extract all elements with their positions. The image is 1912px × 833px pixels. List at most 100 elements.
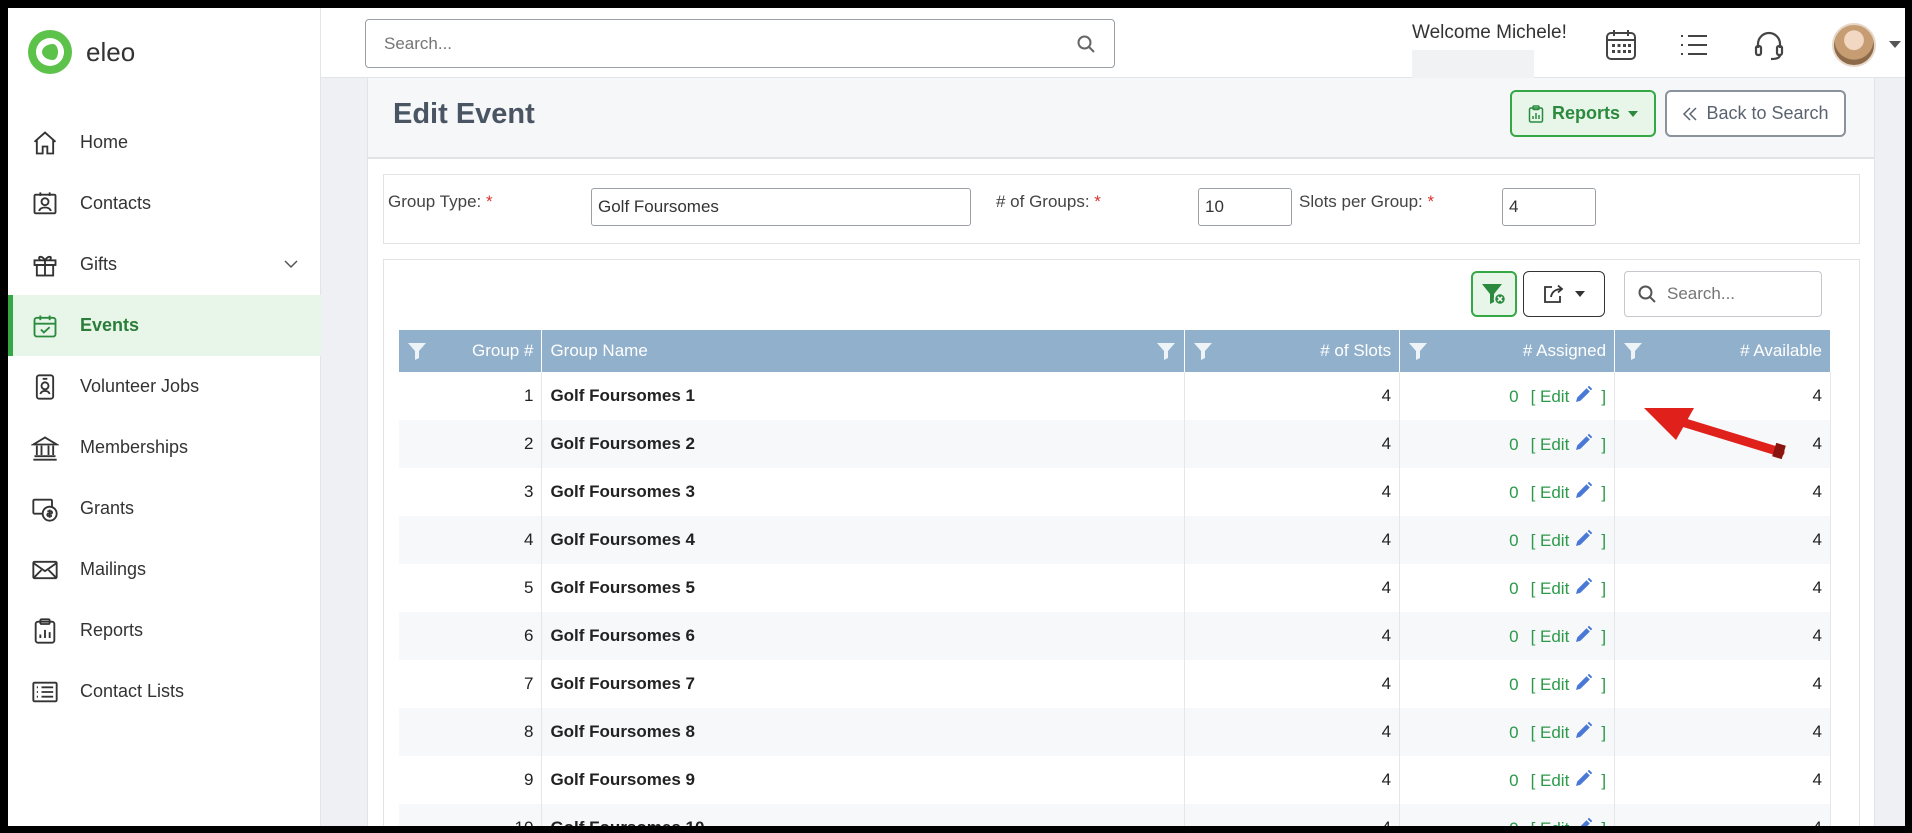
welcome-message: Welcome Michele! bbox=[1412, 22, 1567, 43]
assigned-cell: 0 [ Edit] bbox=[1399, 468, 1616, 516]
assigned-cell: 0 [ Edit] bbox=[1399, 420, 1616, 468]
chevron-down-icon[interactable] bbox=[283, 256, 299, 272]
sidebar-item-volunteer-jobs[interactable]: Volunteer Jobs bbox=[8, 356, 321, 417]
clear-filter-button[interactable] bbox=[1471, 271, 1517, 317]
edit-assigned-link[interactable]: [ Edit] bbox=[1531, 721, 1606, 742]
edit-assigned-link[interactable]: [ Edit] bbox=[1531, 817, 1606, 826]
assigned-cell: 0 [ Edit] bbox=[1399, 516, 1616, 564]
column-header-group-num[interactable]: Group # bbox=[399, 330, 543, 372]
sidebar-item-label: Gifts bbox=[80, 254, 118, 274]
table-row[interactable]: 1 Golf Foursomes 1 4 0[ Edit] 4 bbox=[399, 372, 1831, 420]
groups-grid: Group # Group Name # of Slots bbox=[383, 259, 1860, 826]
sidebar-item-label: Memberships bbox=[80, 437, 189, 457]
sidebar-item-label: Volunteer Jobs bbox=[80, 376, 200, 396]
filter-icon[interactable] bbox=[1623, 341, 1643, 361]
group-name-cell: Golf Foursomes 8 bbox=[541, 708, 1186, 756]
calendar-icon[interactable] bbox=[1604, 28, 1638, 62]
assigned-cell: 0 [ Edit] bbox=[1399, 804, 1616, 826]
avatar[interactable] bbox=[1832, 23, 1876, 67]
envelope-icon bbox=[30, 555, 60, 585]
group-name-cell: Golf Foursomes 1 bbox=[541, 372, 1186, 420]
group-type-field[interactable] bbox=[591, 188, 971, 226]
column-header-assigned[interactable]: # Assigned bbox=[1399, 330, 1616, 372]
edit-assigned-link[interactable]: [ Edit] bbox=[1531, 481, 1606, 502]
logo[interactable]: eleo bbox=[28, 30, 135, 74]
filter-icon[interactable] bbox=[407, 341, 427, 361]
money-icon bbox=[30, 494, 60, 524]
grid-search-input[interactable] bbox=[1667, 284, 1807, 304]
edit-label: Edit bbox=[1540, 579, 1570, 598]
num-groups-field[interactable] bbox=[1198, 188, 1292, 226]
column-header-group-name[interactable]: Group Name bbox=[541, 330, 1186, 372]
assigned-count: 0 bbox=[1509, 771, 1519, 790]
column-header-slots[interactable]: # of Slots bbox=[1184, 330, 1401, 372]
sidebar-item-home[interactable]: Home bbox=[8, 112, 321, 173]
table-row[interactable]: 5 Golf Foursomes 5 4 0[ Edit] 4 bbox=[399, 564, 1831, 612]
export-button[interactable] bbox=[1523, 271, 1605, 317]
back-to-search-button[interactable]: Back to Search bbox=[1665, 90, 1846, 137]
sidebar-item-gifts[interactable]: Gifts bbox=[8, 234, 321, 295]
grid-search[interactable] bbox=[1624, 271, 1822, 317]
edit-event-body: Group Type: * # of Groups: * Slots per G… bbox=[367, 158, 1875, 826]
groups-table: Group # Group Name # of Slots # Assigned… bbox=[399, 330, 1831, 826]
filter-icon[interactable] bbox=[1156, 341, 1176, 361]
table-row[interactable]: 4 Golf Foursomes 4 4 0[ Edit] 4 bbox=[399, 516, 1831, 564]
edit-assigned-link[interactable]: [ Edit] bbox=[1531, 529, 1606, 550]
assigned-cell: 0 [ Edit] bbox=[1399, 756, 1616, 804]
sidebar-item-label: Grants bbox=[80, 498, 135, 518]
edit-assigned-link[interactable]: [ Edit] bbox=[1531, 433, 1606, 454]
edit-assigned-link[interactable]: [ Edit] bbox=[1531, 625, 1606, 646]
table-row[interactable]: 8 Golf Foursomes 8 4 0[ Edit] 4 bbox=[399, 708, 1831, 756]
required-mark: * bbox=[1094, 192, 1101, 211]
global-search[interactable] bbox=[365, 19, 1115, 68]
edit-assigned-link[interactable]: [ Edit] bbox=[1531, 769, 1606, 790]
table-row[interactable]: 3 Golf Foursomes 3 4 0[ Edit] 4 bbox=[399, 468, 1831, 516]
column-header-available[interactable]: # Available bbox=[1614, 330, 1831, 372]
contact-card-icon bbox=[30, 189, 60, 219]
group-num-cell: 5 bbox=[399, 564, 543, 612]
group-num-cell: 10 bbox=[399, 804, 543, 826]
search-input[interactable] bbox=[384, 33, 1076, 54]
back-to-search-label: Back to Search bbox=[1706, 103, 1829, 123]
assigned-count: 0 bbox=[1509, 723, 1519, 742]
group-num-cell: 2 bbox=[399, 420, 543, 468]
sidebar-item-label: Contact Lists bbox=[80, 681, 185, 701]
list-icon bbox=[30, 677, 60, 707]
sidebar-item-grants[interactable]: Grants bbox=[8, 478, 321, 539]
table-row[interactable]: 2 Golf Foursomes 2 4 0[ Edit] 4 bbox=[399, 420, 1831, 468]
table-row[interactable]: 7 Golf Foursomes 7 4 0[ Edit] 4 bbox=[399, 660, 1831, 708]
table-row[interactable]: 6 Golf Foursomes 6 4 0[ Edit] 4 bbox=[399, 612, 1831, 660]
reports-button[interactable]: Reports bbox=[1510, 90, 1656, 137]
num-groups-label: # of Groups: * bbox=[996, 192, 1101, 211]
table-row[interactable]: 9 Golf Foursomes 9 4 0[ Edit] 4 bbox=[399, 756, 1831, 804]
sidebar-item-contacts[interactable]: Contacts bbox=[8, 173, 321, 234]
group-num-cell: 9 bbox=[399, 756, 543, 804]
table-body: 1 Golf Foursomes 1 4 0[ Edit] 4 2 Golf Foursom… bbox=[399, 372, 1831, 826]
group-name-cell: Golf Foursomes 4 bbox=[541, 516, 1186, 564]
app-frame: eleo Home Contacts Gifts Events Voluntee… bbox=[8, 8, 1905, 826]
search-icon[interactable] bbox=[1076, 34, 1096, 54]
edit-assigned-link[interactable]: [ Edit] bbox=[1531, 385, 1606, 406]
group-num-cell: 6 bbox=[399, 612, 543, 660]
sidebar-item-mailings[interactable]: Mailings bbox=[8, 539, 321, 600]
group-num-cell: 7 bbox=[399, 660, 543, 708]
sidebar-item-contact-lists[interactable]: Contact Lists bbox=[8, 661, 321, 722]
sidebar-item-events[interactable]: Events bbox=[8, 295, 321, 356]
filter-icon[interactable] bbox=[1193, 341, 1213, 361]
edit-assigned-link[interactable]: [ Edit] bbox=[1531, 673, 1606, 694]
sidebar-item-memberships[interactable]: Memberships bbox=[8, 417, 321, 478]
table-row[interactable]: 10Golf Foursomes 1040[ Edit]4 bbox=[399, 804, 1831, 826]
slots-per-group-field[interactable] bbox=[1502, 188, 1596, 226]
chevron-down-icon[interactable] bbox=[1889, 41, 1901, 48]
task-list-icon[interactable] bbox=[1677, 28, 1711, 62]
headset-icon[interactable] bbox=[1752, 28, 1786, 62]
sidebar-item-reports[interactable]: Reports bbox=[8, 600, 321, 661]
calendar-check-icon bbox=[30, 311, 60, 341]
assigned-count: 0 bbox=[1509, 531, 1519, 550]
group-name-cell: Golf Foursomes 7 bbox=[541, 660, 1186, 708]
filter-icon[interactable] bbox=[1408, 341, 1428, 361]
group-name-cell: Golf Foursomes 3 bbox=[541, 468, 1186, 516]
available-cell: 4 bbox=[1614, 612, 1831, 660]
available-cell: 4 bbox=[1614, 660, 1831, 708]
edit-assigned-link[interactable]: [ Edit] bbox=[1531, 577, 1606, 598]
